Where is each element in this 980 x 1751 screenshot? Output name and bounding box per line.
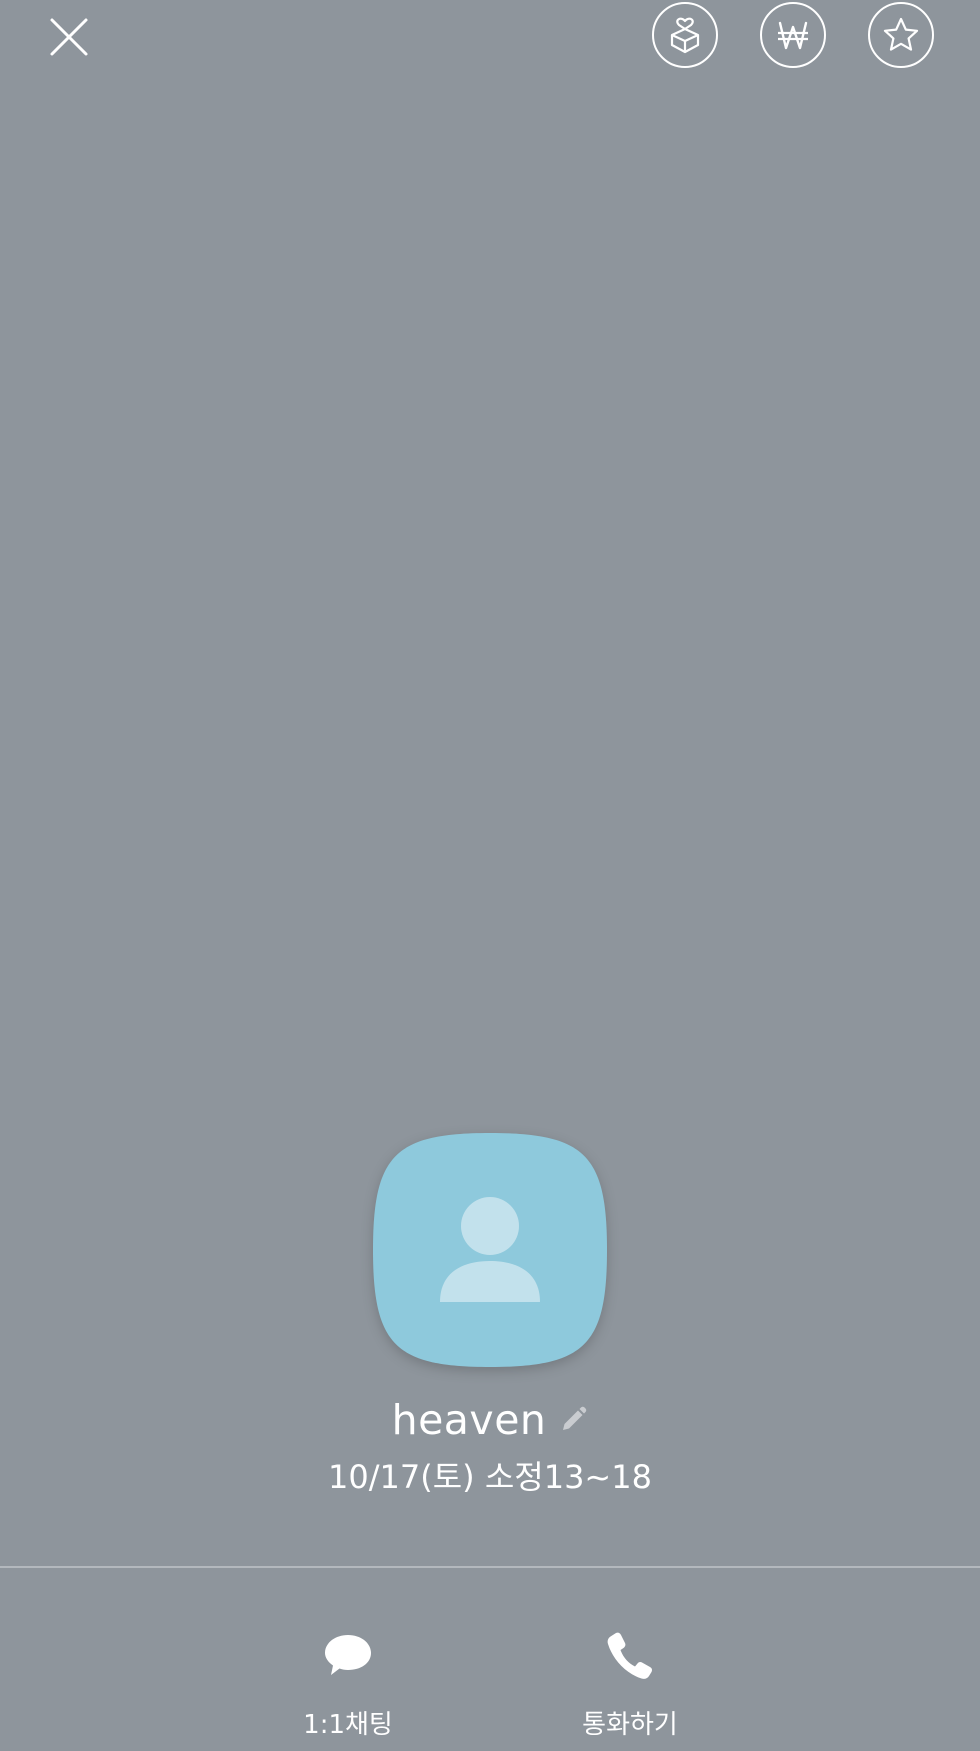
profile-screen: heaven 10/17(토) 소정13~18 1:1채팅 통화하기 [0,0,980,1751]
profile-name-row: heaven [0,1390,980,1450]
chat-label: 1:1채팅 [303,1710,393,1740]
call-label: 통화하기 [582,1710,678,1740]
top-actions [652,2,934,68]
profile-avatar[interactable] [371,1131,609,1369]
divider [0,1566,980,1568]
profile-name: heaven [391,1396,547,1444]
won-currency-button[interactable] [760,2,826,68]
default-person-icon [373,1133,607,1367]
phone-icon [607,1632,652,1679]
star-icon [883,17,919,51]
gift-icon [670,17,700,54]
gift-button[interactable] [652,2,718,68]
one-to-one-chat-button[interactable]: 1:1채팅 [258,1630,438,1742]
call-button[interactable]: 통화하기 [540,1630,720,1742]
chat-bubble-icon [325,1635,371,1675]
bottom-actions: 1:1채팅 통화하기 [0,1630,980,1751]
won-currency-icon [778,21,808,50]
close-icon [50,18,88,56]
star-button[interactable] [868,2,934,68]
profile-status-message: 10/17(토) 소정13~18 [328,1458,652,1496]
close-button[interactable] [40,8,98,66]
pencil-edit-icon[interactable] [558,1405,588,1435]
